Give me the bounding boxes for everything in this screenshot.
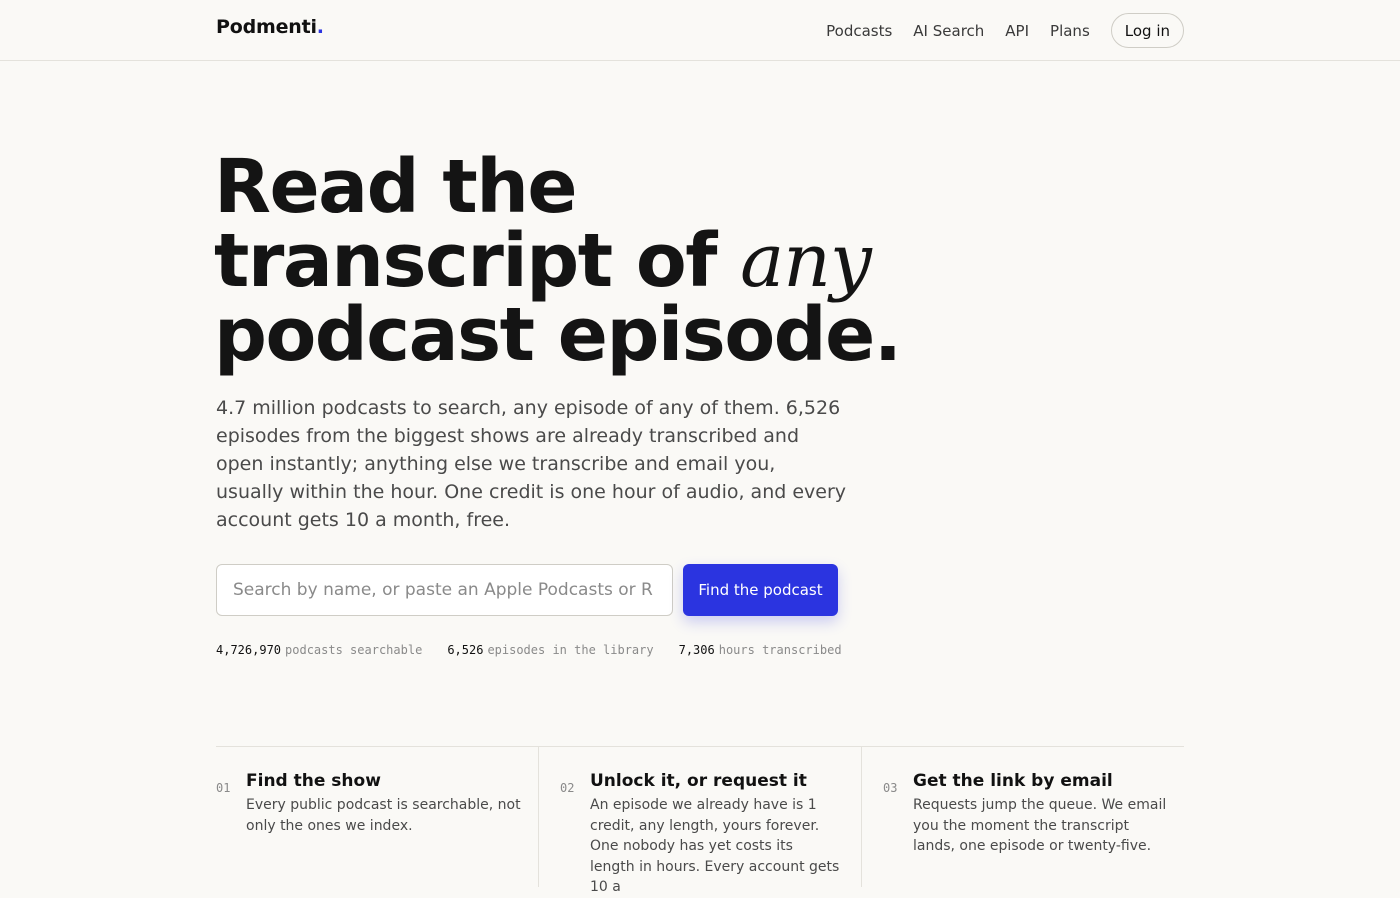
stat-label: podcasts searchable: [285, 643, 423, 657]
hero-headline: Read the transcript of any podcast episo…: [214, 150, 974, 372]
nav-link-podcasts[interactable]: Podcasts: [826, 14, 892, 48]
step-title: Get the link by email: [913, 771, 1113, 791]
step-unlock-or-request: 02 Unlock it, or request it An episode w…: [538, 747, 861, 895]
step-number: 01: [216, 781, 231, 795]
nav-link-api[interactable]: API: [1005, 14, 1029, 48]
stat-label: episodes in the library: [487, 643, 654, 657]
step-number: 02: [560, 781, 575, 795]
hero-subtitle: 4.7 million podcasts to search, any epis…: [216, 397, 847, 531]
stat-label: hours transcribed: [718, 643, 842, 657]
step-description: An episode we already have is 1 credit, …: [590, 797, 840, 895]
nav-link-ai-search[interactable]: AI Search: [913, 14, 984, 48]
brand-name[interactable]: Podmenti: [216, 16, 317, 38]
step-find-the-show: 01 Find the show Every public podcast is…: [216, 747, 538, 887]
nav-link-plans[interactable]: Plans: [1050, 14, 1090, 48]
step-description: Requests jump the queue. We email you th…: [913, 797, 1167, 854]
stat-podcasts-searchable: 4,726,970 podcasts searchable: [216, 643, 422, 657]
stat-value: 7,306: [678, 643, 715, 657]
brand-dot: .: [316, 16, 324, 38]
podcast-search-input[interactable]: [216, 564, 673, 616]
stats-row: 4,726,970 podcasts searchable 6,526 episod…: [216, 643, 867, 657]
step-number: 03: [883, 781, 898, 795]
login-button[interactable]: Log in: [1110, 13, 1184, 48]
step-title: Find the show: [246, 771, 381, 791]
brand-logo[interactable]: Podmenti.: [216, 16, 324, 38]
step-description: Every public podcast is searchable, not …: [246, 797, 521, 834]
stat-value: 4,726,970: [216, 643, 282, 657]
step-title: Unlock it, or request it: [590, 771, 807, 791]
stat-hours-transcribed: 7,306 hours transcribed: [679, 643, 842, 657]
how-it-works-steps: 01 Find the show Every public podcast is…: [216, 746, 1184, 895]
hero-line-3: podcast episode.: [214, 292, 902, 378]
stat-value: 6,526: [447, 643, 484, 657]
main-nav: Podcasts AI Search API Plans Log in: [805, 13, 1184, 48]
stat-episodes-in-library: 6,526 episodes in the library: [447, 643, 653, 657]
step-get-link-by-email: 03 Get the link by email Requests jump t…: [861, 747, 1184, 887]
top-navigation-bar: Podmenti. Podcasts AI Search API Plans L…: [0, 0, 1400, 61]
find-podcast-button[interactable]: Find the podcast: [683, 564, 838, 616]
